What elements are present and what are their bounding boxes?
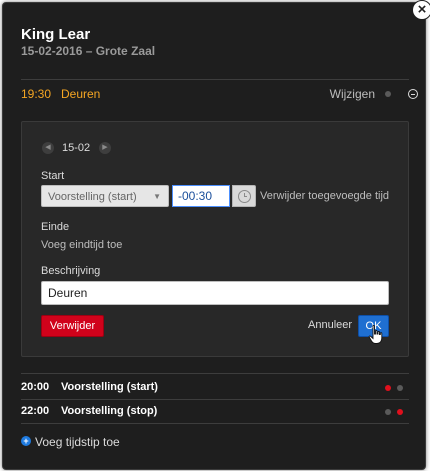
status-dot-red [397, 409, 403, 415]
add-time-label: Voeg tijdstip toe [35, 435, 120, 449]
schedule-row[interactable]: 22:00 Voorstelling (stop) [21, 403, 409, 419]
status-dot-grey [397, 385, 403, 391]
description-label: Beschrijving [41, 265, 101, 277]
selected-schedule-row[interactable]: 19:30 Deuren Wijzigen [21, 87, 418, 101]
collapse-minus-icon[interactable] [408, 89, 418, 99]
remove-added-time-link[interactable]: Verwijder toegevoegde tijd [260, 190, 389, 202]
status-dot [385, 91, 391, 97]
hand-cursor-icon [368, 325, 383, 344]
caret-down-icon: ▼ [153, 192, 161, 201]
row-label: Voorstelling (stop) [61, 405, 158, 417]
schedule-dialog: King Lear 15-02-2016 – Grote Zaal 19:30 … [2, 2, 426, 470]
divider [21, 373, 409, 374]
chevron-right-icon[interactable]: ▶ [99, 142, 111, 154]
divider [21, 79, 409, 80]
schedule-row[interactable]: 20:00 Voorstelling (start) [21, 379, 409, 395]
cancel-button[interactable]: Annuleer [308, 319, 352, 331]
close-icon[interactable]: × [412, 0, 430, 20]
divider [21, 423, 409, 424]
row-time: 22:00 [21, 405, 50, 417]
start-label: Start [41, 170, 65, 182]
delete-button[interactable]: Verwijder [41, 315, 104, 337]
edit-link[interactable]: Wijzigen [330, 87, 375, 101]
row-label: Voorstelling (start) [61, 381, 158, 393]
description-input[interactable] [41, 281, 389, 305]
dialog-subtitle: 15-02-2016 – Grote Zaal [21, 44, 156, 58]
selected-label: Deuren [61, 87, 101, 101]
add-end-time-link[interactable]: Voeg eindtijd toe [41, 239, 122, 251]
row-time: 20:00 [21, 381, 50, 393]
clock-icon [238, 190, 251, 203]
start-reference-select[interactable]: Voorstelling (start) ▼ [41, 185, 169, 207]
clock-button[interactable] [232, 185, 256, 207]
dialog-title: King Lear [21, 26, 91, 43]
chevron-left-icon[interactable]: ◀ [42, 142, 54, 154]
edit-date: 15-02 [62, 142, 91, 154]
status-dot-red [385, 385, 391, 391]
start-reference-value: Voorstelling (start) [48, 191, 137, 203]
end-label: Einde [41, 221, 70, 233]
start-offset-input[interactable] [172, 185, 230, 207]
status-dot-grey [385, 409, 391, 415]
edit-panel: ◀ 15-02 ▶ Start Voorstelling (start) ▼ V… [21, 121, 409, 357]
divider [21, 399, 409, 400]
plus-circle-icon: + [21, 436, 31, 446]
selected-time: 19:30 [21, 87, 52, 101]
